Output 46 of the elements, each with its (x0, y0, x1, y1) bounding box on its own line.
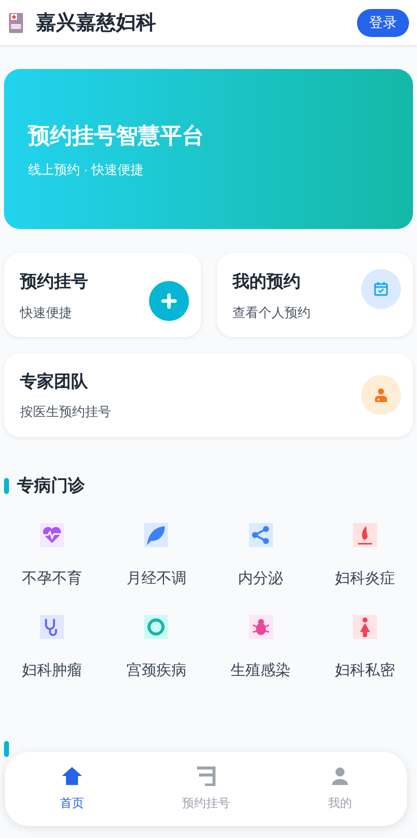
clinic-item[interactable]: 不孕不育 (0, 522, 104, 590)
stethoscope-icon (40, 615, 64, 639)
card-subtitle: 按医生预约挂号 (20, 403, 111, 421)
clinic-item[interactable]: 宫颈疾病 (104, 615, 208, 682)
section-title: 专病门诊 (17, 475, 85, 497)
bug-icon (248, 615, 273, 639)
home-icon (61, 766, 83, 786)
clinic-label: 内分泌 (238, 568, 284, 588)
clinic-label: 妇科肿瘤 (22, 661, 82, 681)
nav-tab[interactable]: 首页 (5, 766, 139, 812)
clinic-label: 妇科私密 (334, 661, 395, 681)
plus-icon[interactable] (148, 281, 188, 321)
clinic-label: 不孕不育 (22, 568, 82, 588)
ring-icon (144, 615, 168, 639)
female-icon (352, 615, 377, 639)
hospital-icon (8, 12, 24, 34)
clinic-item[interactable]: 妇科肿瘤 (0, 615, 104, 682)
card-title: 预约挂号 (20, 271, 88, 293)
doctor-icon (361, 375, 401, 415)
fire-icon (352, 522, 377, 546)
clinic-item[interactable]: 月经不调 (104, 522, 208, 590)
clinic-label: 月经不调 (126, 568, 186, 588)
clinic-label: 妇科炎症 (334, 568, 395, 588)
calendar-icon (361, 269, 401, 309)
action-card[interactable]: 我的预约 查看个人预约 (216, 253, 413, 337)
action-card[interactable]: 专家团队 按医生预约挂号 (4, 353, 413, 437)
clinic-item[interactable]: 生殖感染 (208, 615, 313, 682)
card-subtitle: 快速便捷 (20, 304, 73, 322)
card-subtitle: 查看个人预约 (232, 304, 310, 322)
section-accent (4, 478, 9, 494)
clinic-item[interactable]: 妇科炎症 (312, 522, 417, 590)
clinic-item[interactable]: 内分泌 (208, 522, 313, 590)
action-card[interactable]: 预约挂号 快速便捷 (4, 253, 200, 337)
banner-subtitle: 线上预约 · 快速便捷 (28, 160, 145, 179)
clinic-item[interactable]: 妇科私密 (312, 615, 417, 682)
user-icon (329, 766, 351, 786)
share-icon (248, 522, 273, 546)
clinic-label: 宫颈疾病 (126, 661, 186, 681)
app-title: 嘉兴嘉慈妇科 (36, 10, 156, 36)
login-button[interactable]: 登录 (357, 8, 409, 36)
banner-title: 预约挂号智慧平台 (28, 122, 205, 150)
card-title: 我的预约 (232, 271, 302, 293)
leaf-icon (144, 522, 168, 546)
clinic-label: 生殖感染 (230, 661, 291, 681)
section-accent (4, 740, 9, 756)
card-title: 专家团队 (20, 370, 89, 392)
